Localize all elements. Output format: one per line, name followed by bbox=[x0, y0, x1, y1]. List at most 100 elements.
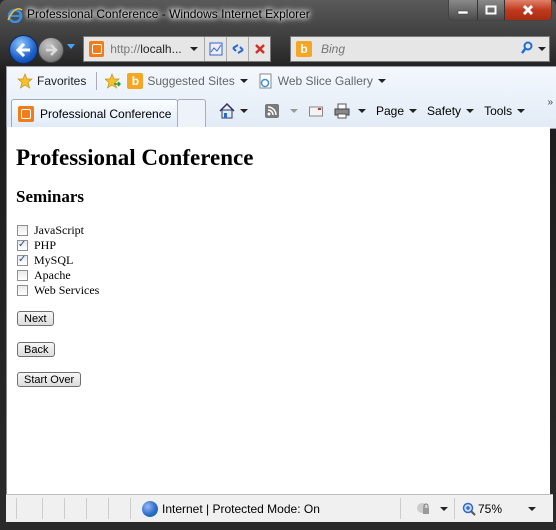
stop-button[interactable] bbox=[249, 37, 270, 61]
bing-icon: b bbox=[296, 41, 312, 57]
next-button[interactable]: Next bbox=[17, 311, 54, 326]
close-button[interactable] bbox=[505, 0, 551, 20]
add-favorite-icon bbox=[105, 73, 122, 89]
web-slice-gallery-label: Web Slice Gallery bbox=[277, 74, 373, 88]
recent-pages-dropdown[interactable] bbox=[67, 44, 75, 49]
search-icon[interactable] bbox=[521, 41, 533, 57]
navigation-bar: http://localh... b bbox=[0, 32, 556, 64]
status-cell bbox=[16, 498, 17, 519]
checkbox-php[interactable] bbox=[17, 237, 28, 252]
chevron-down-icon[interactable] bbox=[240, 109, 248, 113]
tab-professional-conference[interactable]: Professional Conference bbox=[11, 99, 178, 128]
safety-menu-label: Safety bbox=[427, 104, 462, 118]
add-to-favorites-bar-button[interactable] bbox=[105, 73, 125, 89]
suggested-sites-label: Suggested Sites bbox=[147, 74, 235, 88]
address-scheme: http:// bbox=[110, 42, 141, 56]
compatibility-view-icon bbox=[209, 42, 223, 56]
chevron-down-icon bbox=[440, 506, 448, 511]
back-page-button[interactable]: Back bbox=[17, 342, 56, 357]
chevron-down-icon bbox=[239, 79, 248, 83]
search-input[interactable] bbox=[319, 41, 513, 57]
home-button[interactable] bbox=[219, 103, 248, 119]
web-slice-gallery-button[interactable]: Web Slice Gallery bbox=[258, 73, 386, 89]
window-title: Professional Conference - Windows Intern… bbox=[27, 7, 310, 21]
checkbox-label: Apache bbox=[34, 268, 71, 282]
refresh-icon bbox=[231, 44, 244, 54]
compatibility-view-button[interactable] bbox=[205, 37, 226, 61]
back-button[interactable] bbox=[9, 35, 38, 64]
feeds-button[interactable] bbox=[264, 103, 298, 119]
zoom-dropdown[interactable] bbox=[528, 507, 536, 511]
checkbox-apache[interactable] bbox=[17, 270, 28, 281]
checkbox-label: JavaScript bbox=[34, 223, 84, 237]
minimize-icon bbox=[457, 10, 469, 15]
seminar-option[interactable]: JavaScript bbox=[17, 223, 99, 238]
suggested-sites-button[interactable]: b Suggested Sites bbox=[127, 73, 248, 89]
status-cell bbox=[108, 498, 109, 519]
chevron-down-icon[interactable] bbox=[358, 109, 366, 113]
chevron-down-icon[interactable] bbox=[290, 109, 298, 113]
window-controls bbox=[448, 0, 552, 21]
chevron-down-icon bbox=[517, 109, 526, 113]
safety-menu-button[interactable]: Safety bbox=[427, 104, 475, 118]
status-cell bbox=[42, 498, 43, 519]
title-bar: Professional Conference - Windows Intern… bbox=[0, 0, 556, 30]
status-bar: Internet | Protected Mode: On 75% bbox=[6, 494, 553, 522]
status-cell bbox=[86, 498, 87, 519]
checkbox-label: Web Services bbox=[34, 283, 100, 297]
ie-logo-icon bbox=[7, 8, 23, 23]
page-menu-button[interactable]: Page bbox=[376, 104, 418, 118]
status-cell bbox=[130, 498, 131, 519]
site-favicon-icon bbox=[18, 106, 34, 122]
zoom-button[interactable]: 75% bbox=[462, 495, 502, 522]
status-cell bbox=[64, 498, 65, 519]
favorites-button[interactable]: Favorites bbox=[17, 73, 86, 89]
refresh-button[interactable] bbox=[227, 37, 248, 61]
maximize-button[interactable] bbox=[478, 0, 505, 20]
zoom-level: 75% bbox=[478, 501, 503, 516]
address-text[interactable]: http://localh... bbox=[110, 42, 186, 56]
chevron-down-icon bbox=[377, 79, 386, 83]
section-title: Seminars bbox=[16, 187, 84, 206]
home-icon bbox=[219, 103, 235, 119]
close-icon bbox=[522, 4, 534, 16]
forward-arrow-icon bbox=[46, 44, 58, 56]
print-button[interactable] bbox=[334, 103, 366, 119]
seminar-option[interactable]: Apache bbox=[17, 268, 99, 283]
seminar-option[interactable]: MySQL bbox=[17, 252, 99, 268]
chevron-down-icon bbox=[409, 109, 418, 113]
new-tab-button[interactable] bbox=[177, 99, 206, 128]
rss-feed-icon bbox=[264, 103, 280, 119]
zone-text: Internet | Protected Mode: On bbox=[162, 501, 320, 516]
read-mail-button[interactable] bbox=[308, 103, 324, 119]
toolbar-area: Favorites b Suggested Sites Web Slice Ga… bbox=[6, 66, 556, 129]
divider bbox=[96, 72, 98, 90]
star-icon bbox=[17, 73, 33, 89]
seminar-option[interactable]: Web Services bbox=[17, 283, 99, 298]
minimize-button[interactable] bbox=[449, 0, 478, 20]
status-cell bbox=[400, 498, 401, 519]
address-bar[interactable]: http://localh... bbox=[83, 36, 271, 62]
checkbox-label: PHP bbox=[34, 238, 57, 252]
back-arrow-icon bbox=[15, 42, 30, 57]
address-dropdown-icon[interactable] bbox=[190, 47, 199, 51]
checkbox-javascript[interactable] bbox=[17, 225, 28, 236]
seminar-checkbox-list: JavaScript PHP MySQL Apache Web Services bbox=[17, 223, 99, 298]
printer-icon bbox=[334, 103, 350, 119]
tools-menu-button[interactable]: Tools bbox=[484, 104, 526, 118]
seminar-option[interactable]: PHP bbox=[17, 237, 99, 253]
page-title: Professional Conference bbox=[16, 145, 254, 170]
security-zone[interactable]: Internet | Protected Mode: On bbox=[142, 495, 320, 522]
forward-button[interactable] bbox=[38, 37, 64, 63]
search-box[interactable]: b bbox=[290, 36, 550, 62]
search-options-dropdown[interactable] bbox=[538, 47, 546, 51]
checkbox-mysql[interactable] bbox=[17, 252, 28, 267]
start-over-button[interactable]: Start Over bbox=[17, 372, 82, 387]
checkbox-web-services[interactable] bbox=[17, 285, 28, 296]
chevron-down-icon bbox=[466, 109, 475, 113]
globe-icon bbox=[142, 500, 158, 517]
security-status-button[interactable] bbox=[416, 495, 448, 522]
toolbar-overflow-chevron[interactable]: » bbox=[547, 97, 553, 108]
zoom-icon bbox=[462, 502, 476, 516]
lock-icon bbox=[417, 502, 429, 514]
